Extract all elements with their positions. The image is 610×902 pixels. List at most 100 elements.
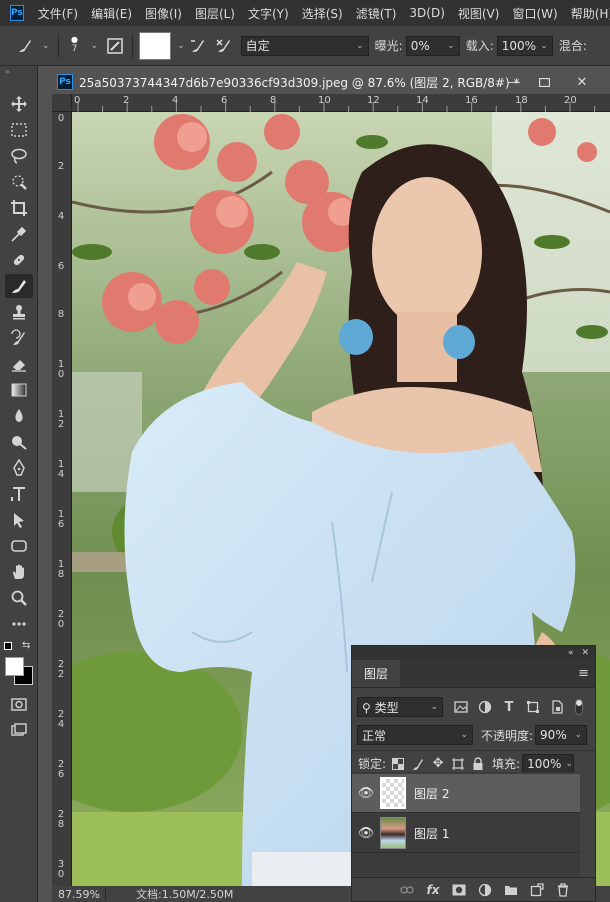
- rectangle-tool-icon[interactable]: [5, 534, 33, 558]
- delete-layer-icon[interactable]: [555, 882, 571, 898]
- menu-file[interactable]: 文件(F): [34, 5, 87, 22]
- path-selection-tool-icon[interactable]: [5, 508, 33, 532]
- visibility-eye-icon[interactable]: 👁: [352, 826, 380, 841]
- lock-position-icon[interactable]: ✥: [428, 754, 448, 774]
- healing-brush-tool-icon[interactable]: [5, 248, 33, 272]
- dodge-tool-icon[interactable]: [5, 430, 33, 454]
- vertical-ruler[interactable]: 0 2 4 6 8 10 12 14 16 18 20 22 24 26 28 …: [52, 112, 72, 886]
- lock-all-icon[interactable]: [468, 754, 488, 774]
- options-bar: ⌄ ● 7 ⌄ ⌄ 自定 ⌄ 曝光: 0% ⌄ 载入: 100% ⌄ 混合:: [0, 26, 610, 66]
- opacity-input[interactable]: 90% ⌄: [535, 725, 588, 745]
- lock-image-pixels-icon[interactable]: [408, 754, 428, 774]
- zoom-tool-icon[interactable]: [5, 586, 33, 610]
- filter-type-icon[interactable]: T: [499, 697, 519, 717]
- panel-menu-icon[interactable]: ≡: [578, 666, 589, 681]
- type-tool-icon[interactable]: [5, 482, 33, 506]
- flow-select[interactable]: 100% ⌄: [496, 35, 553, 56]
- load-brush-icon[interactable]: [213, 35, 235, 57]
- new-group-icon[interactable]: [503, 882, 519, 898]
- filter-adjustment-icon[interactable]: [475, 697, 495, 717]
- ruler-origin[interactable]: [52, 94, 72, 112]
- exposure-select[interactable]: 0% ⌄: [405, 35, 460, 56]
- gradient-tool-icon[interactable]: [5, 378, 33, 402]
- maximize-icon[interactable]: [534, 72, 554, 92]
- brush-size-chevron-down-icon[interactable]: ⌄: [85, 36, 101, 56]
- ruler-label: 22: [57, 659, 65, 680]
- menu-view[interactable]: 视图(V): [454, 5, 509, 22]
- move-tool-icon[interactable]: [5, 92, 33, 116]
- foreground-color-swatch[interactable]: [5, 657, 24, 676]
- default-colors-icon[interactable]: [4, 642, 12, 650]
- document-tab[interactable]: Ps 25a50373744347d6b7e90336cf93d309.jpeg…: [52, 70, 610, 94]
- layers-panel: « ✕ 图层 ≡ ⚲ 类型 ⌄ T 正常 ⌄ 不透明度: 90% ⌄ 锁定: ✥…: [351, 645, 596, 902]
- hand-tool-icon[interactable]: [5, 560, 33, 584]
- lasso-tool-icon[interactable]: [5, 144, 33, 168]
- mix-mode-select[interactable]: 自定 ⌄: [240, 35, 369, 56]
- lock-artboard-icon[interactable]: [448, 754, 468, 774]
- brush-size-picker[interactable]: ● 7: [65, 36, 85, 55]
- link-layers-icon[interactable]: [399, 882, 415, 898]
- clone-stamp-tool-icon[interactable]: [5, 300, 33, 324]
- blur-tool-icon[interactable]: [5, 404, 33, 428]
- menu-3d[interactable]: 3D(D): [405, 6, 453, 20]
- chevron-down-icon: ⌄: [447, 40, 455, 51]
- brush-tool-preset-icon[interactable]: [14, 35, 36, 57]
- new-layer-icon[interactable]: [529, 882, 545, 898]
- add-mask-icon[interactable]: [451, 882, 467, 898]
- blend-mode-value: 正常: [362, 728, 387, 743]
- menu-image[interactable]: 图像(I): [141, 5, 191, 22]
- ruler-label: 28: [57, 809, 65, 830]
- chevron-down-icon: ⌄: [460, 730, 468, 740]
- screen-mode-icon[interactable]: [5, 718, 33, 742]
- marquee-tool-icon[interactable]: [5, 118, 33, 142]
- filter-toggle-switch[interactable]: [575, 699, 583, 715]
- menu-help[interactable]: 帮助(H): [567, 5, 610, 22]
- pen-tool-icon[interactable]: [5, 456, 33, 480]
- menu-edit[interactable]: 编辑(E): [87, 5, 141, 22]
- collapse-panel-icon[interactable]: «: [568, 648, 574, 658]
- menu-select[interactable]: 选择(S): [298, 5, 352, 22]
- horizontal-ruler[interactable]: 0 2 4 6 8 10 12 14 16 18 20: [72, 94, 610, 112]
- mixer-brush-tool-icon[interactable]: [5, 274, 33, 298]
- filter-pixel-icon[interactable]: [451, 697, 471, 717]
- clean-brush-icon[interactable]: [187, 35, 209, 57]
- filter-smart-object-icon[interactable]: [547, 697, 567, 717]
- more-tools-icon[interactable]: [5, 612, 33, 636]
- close-icon[interactable]: ✕: [572, 72, 592, 92]
- eyedropper-tool-icon[interactable]: [5, 222, 33, 246]
- filter-shape-icon[interactable]: [523, 697, 543, 717]
- menu-layer[interactable]: 图层(L): [191, 5, 244, 22]
- menu-type[interactable]: 文字(Y): [244, 5, 298, 22]
- panel-header: « ✕: [352, 646, 595, 660]
- exposure-value: 0%: [410, 38, 430, 53]
- layer-effects-icon[interactable]: fx: [425, 882, 441, 898]
- new-adjustment-layer-icon[interactable]: [477, 882, 493, 898]
- quick-mask-icon[interactable]: [5, 692, 33, 716]
- menu-filter[interactable]: 滤镜(T): [352, 5, 406, 22]
- minimize-icon[interactable]: —: [504, 72, 524, 92]
- panel-grip-icon[interactable]: »: [0, 66, 37, 78]
- fill-input[interactable]: 100% ⌄: [522, 753, 575, 774]
- layer-row-2[interactable]: 👁 图层 2: [352, 774, 580, 813]
- blend-mode-select[interactable]: 正常 ⌄: [357, 725, 473, 745]
- brush-panel-toggle-icon[interactable]: [104, 35, 126, 57]
- layers-footer: fx: [352, 877, 595, 901]
- menu-window[interactable]: 窗口(W): [508, 5, 566, 22]
- close-panel-icon[interactable]: ✕: [581, 648, 589, 658]
- quick-selection-tool-icon[interactable]: [5, 170, 33, 194]
- filter-kind-select[interactable]: ⚲ 类型 ⌄: [357, 697, 443, 717]
- layer-row-1[interactable]: 👁 图层 1: [352, 814, 580, 853]
- crop-tool-icon[interactable]: [5, 196, 33, 220]
- preset-chevron-down-icon[interactable]: ⌄: [36, 36, 52, 56]
- eraser-tool-icon[interactable]: [5, 352, 33, 376]
- zoom-level[interactable]: 87.59%: [52, 887, 106, 901]
- history-brush-tool-icon[interactable]: [5, 326, 33, 350]
- chevron-down-icon: ⌄: [356, 40, 364, 51]
- sample-color-swatch[interactable]: [139, 31, 172, 60]
- visibility-eye-icon[interactable]: 👁: [352, 786, 380, 801]
- swap-colors-icon[interactable]: ⇆: [22, 640, 30, 651]
- lock-transparent-pixels-icon[interactable]: [388, 754, 408, 774]
- swatch-chevron-down-icon[interactable]: ⌄: [171, 36, 187, 56]
- tab-layers[interactable]: 图层: [352, 660, 400, 687]
- layers-scrollbar[interactable]: [581, 772, 595, 878]
